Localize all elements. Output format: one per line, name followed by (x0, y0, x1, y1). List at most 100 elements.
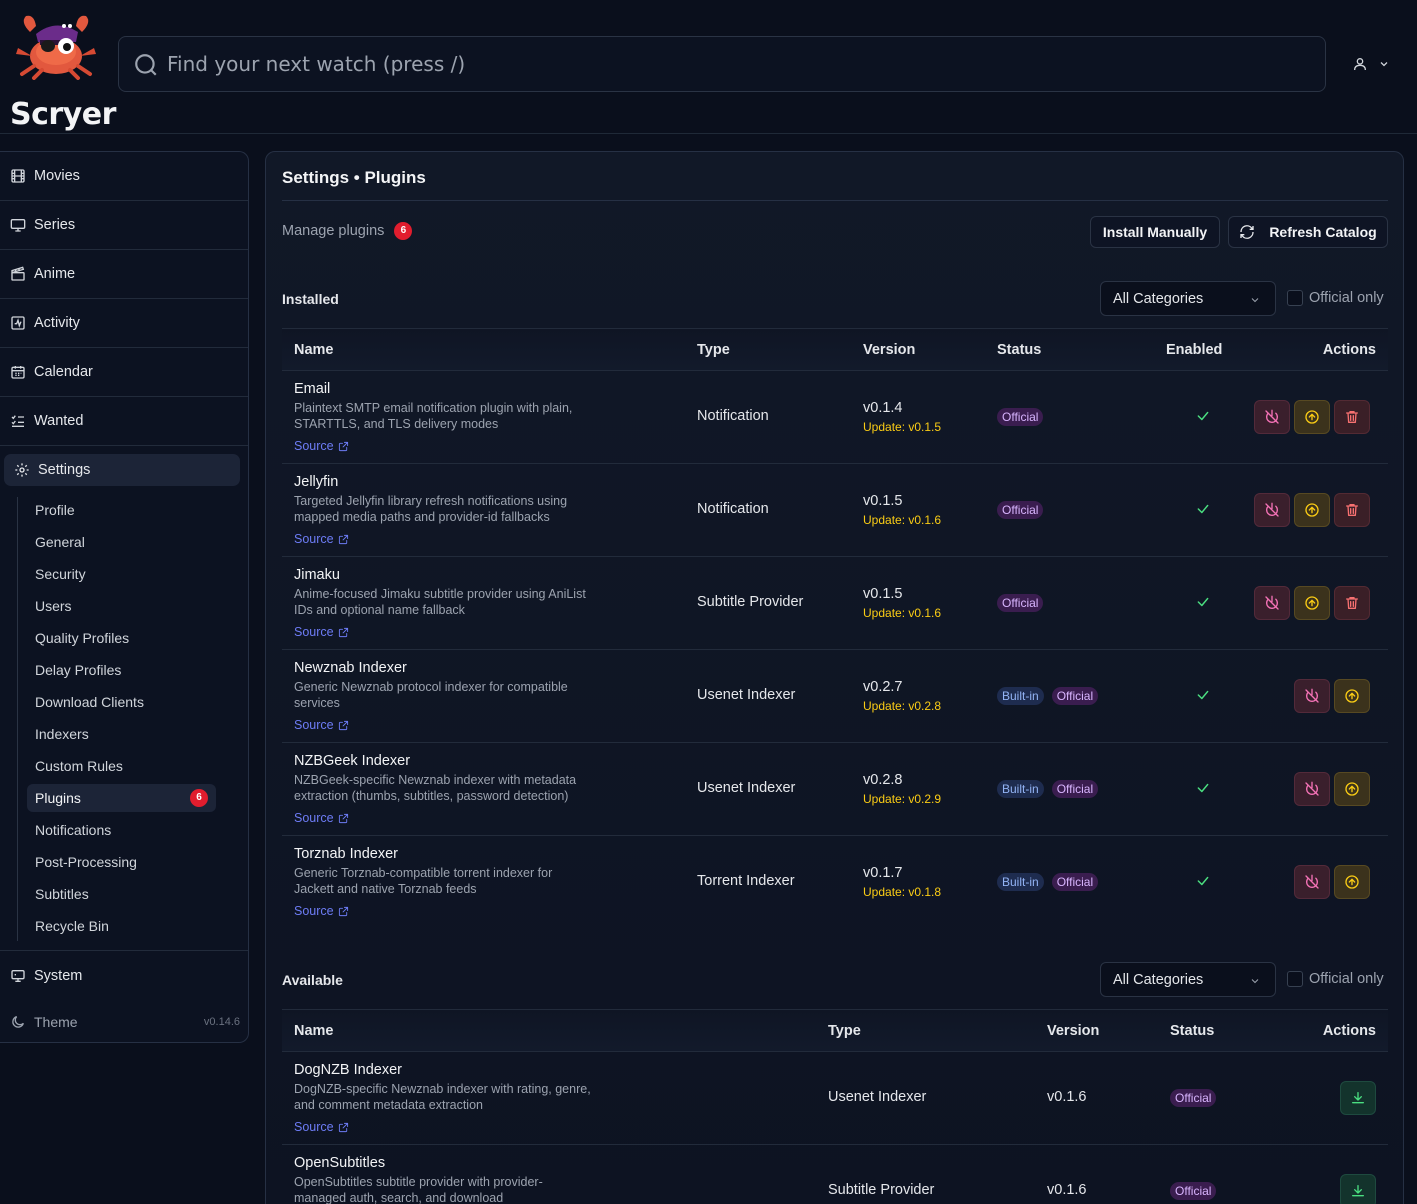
check-icon (1197, 504, 1209, 514)
update-plugin-button[interactable] (1294, 586, 1330, 620)
film-icon (11, 169, 25, 183)
sidebar-item-system[interactable]: System (0, 951, 248, 1000)
disable-plugin-button[interactable] (1254, 493, 1290, 527)
update-plugin-button[interactable] (1294, 493, 1330, 527)
update-plugin-button[interactable] (1334, 865, 1370, 899)
column-header-status[interactable]: Status (1170, 1023, 1214, 1039)
plugin-source-link[interactable]: Source (294, 625, 349, 639)
sidebar-sub-general[interactable]: General (35, 530, 85, 554)
disable-plugin-button[interactable] (1294, 679, 1330, 713)
search-input[interactable] (167, 37, 1307, 91)
installed-official-only[interactable]: Official only (1287, 290, 1384, 306)
user-icon (1354, 58, 1366, 71)
sidebar-sub-label: Plugins (35, 790, 81, 806)
column-header-type[interactable]: Type (697, 342, 730, 358)
sidebar-sub-plugins[interactable]: Plugins 6 (27, 784, 216, 812)
update-plugin-button[interactable] (1334, 772, 1370, 806)
sidebar-sub-users[interactable]: Users (35, 594, 72, 618)
plugin-name: Jellyfin (294, 474, 339, 490)
arrow-up-circle-icon (1305, 410, 1319, 424)
plugin-name: NZBGeek Indexer (294, 753, 411, 769)
sidebar-sub-security[interactable]: Security (35, 562, 86, 586)
column-header-version[interactable]: Version (863, 342, 915, 358)
sidebar-item-series[interactable]: Series (0, 201, 248, 250)
install-plugin-button[interactable] (1340, 1174, 1376, 1204)
column-header-actions: Actions (1322, 1023, 1376, 1039)
external-link-icon (338, 720, 348, 730)
check-icon (1197, 411, 1209, 421)
plugin-status-tags: Official (997, 594, 1051, 612)
chevron-down-icon (1251, 298, 1259, 303)
plugin-source-link[interactable]: Source (294, 439, 349, 453)
plugin-description: Generic Newznab protocol indexer for com… (294, 680, 568, 710)
sidebar-item-calendar[interactable]: Calendar (0, 348, 248, 397)
column-header-name[interactable]: Name (294, 342, 334, 358)
plugin-source-link[interactable]: Source (294, 811, 349, 825)
sidebar-sub-post-processing[interactable]: Post-Processing (35, 850, 137, 874)
sidebar-sub-profile[interactable]: Profile (35, 498, 75, 522)
user-menu-button[interactable] (1352, 54, 1392, 74)
sidebar-sub-subtitles[interactable]: Subtitles (35, 882, 89, 906)
trash-icon (1346, 411, 1358, 423)
plugin-source-link[interactable]: Source (294, 1120, 349, 1134)
plugin-status-tags: Built-in Official (997, 780, 1106, 798)
sidebar-sub-delay-profiles[interactable]: Delay Profiles (35, 658, 121, 682)
official-only-checkbox[interactable] (1287, 290, 1303, 306)
official-only-checkbox[interactable] (1287, 971, 1303, 987)
plugin-source-link[interactable]: Source (294, 718, 349, 732)
column-header-name[interactable]: Name (294, 1023, 334, 1039)
available-official-only[interactable]: Official only (1287, 971, 1384, 987)
plugin-status-tags: Built-in Official (997, 873, 1106, 891)
plugin-name: DogNZB Indexer (294, 1062, 402, 1078)
app-logo[interactable]: Scryer (10, 12, 116, 130)
delete-plugin-button[interactable] (1334, 586, 1370, 620)
installed-category-select[interactable]: All Categories (1100, 281, 1276, 316)
sidebar-item-movies[interactable]: Movies (0, 152, 248, 201)
sidebar-sub-custom-rules[interactable]: Custom Rules (35, 754, 123, 778)
column-header-version[interactable]: Version (1047, 1023, 1099, 1039)
delete-plugin-button[interactable] (1334, 493, 1370, 527)
plugin-source-link[interactable]: Source (294, 904, 349, 918)
manage-plugins-label: Manage plugins 6 (282, 222, 413, 240)
sidebar-sub-notifications[interactable]: Notifications (35, 818, 111, 842)
sidebar-sub-download-clients[interactable]: Download Clients (35, 690, 144, 714)
plugin-description: DogNZB-specific Newznab indexer with rat… (294, 1082, 591, 1112)
install-manually-button[interactable]: Install Manually (1090, 216, 1220, 248)
plugin-name: Email (294, 381, 331, 397)
theme-toggle[interactable]: Theme v0.14.6 (10, 1012, 240, 1032)
plugin-name: OpenSubtitles (294, 1155, 386, 1171)
power-off-icon (1305, 781, 1319, 796)
enabled-indicator (1196, 502, 1210, 516)
sidebar-sub-quality-profiles[interactable]: Quality Profiles (35, 626, 129, 650)
sidebar-item-wanted[interactable]: Wanted (0, 397, 248, 446)
plugin-status-tags: Official (1170, 1182, 1224, 1200)
search-bar[interactable] (118, 36, 1326, 92)
install-plugin-button[interactable] (1340, 1081, 1376, 1115)
available-category-select[interactable]: All Categories (1100, 962, 1276, 997)
sidebar-item-label: Wanted (34, 413, 84, 429)
table-row: Email Plaintext SMTP email notification … (282, 371, 1388, 464)
plugin-type: Usenet Indexer (697, 780, 796, 796)
sidebar-item-anime[interactable]: Anime (0, 250, 248, 299)
column-header-status[interactable]: Status (997, 342, 1041, 358)
disable-plugin-button[interactable] (1254, 400, 1290, 434)
sidebar-item-activity[interactable]: Activity (0, 299, 248, 348)
column-header-enabled[interactable]: Enabled (1166, 342, 1222, 358)
sidebar-item-settings[interactable]: Settings (4, 454, 240, 486)
update-plugin-button[interactable] (1294, 400, 1330, 434)
plugin-source-link[interactable]: Source (294, 532, 349, 546)
sidebar-sub-indexers[interactable]: Indexers (35, 722, 89, 746)
enabled-indicator (1196, 874, 1210, 888)
sidebar-sub-recycle-bin[interactable]: Recycle Bin (35, 914, 109, 938)
plugins-count-badge: 6 (190, 789, 208, 807)
disable-plugin-button[interactable] (1294, 772, 1330, 806)
enabled-indicator (1196, 781, 1210, 795)
plugin-version: v0.1.6 (1047, 1089, 1087, 1105)
disable-plugin-button[interactable] (1294, 865, 1330, 899)
disable-plugin-button[interactable] (1254, 586, 1290, 620)
delete-plugin-button[interactable] (1334, 400, 1370, 434)
column-header-type[interactable]: Type (828, 1023, 861, 1039)
update-plugin-button[interactable] (1334, 679, 1370, 713)
refresh-catalog-button[interactable]: Refresh Catalog (1228, 216, 1388, 248)
source-label: Source (294, 625, 334, 639)
